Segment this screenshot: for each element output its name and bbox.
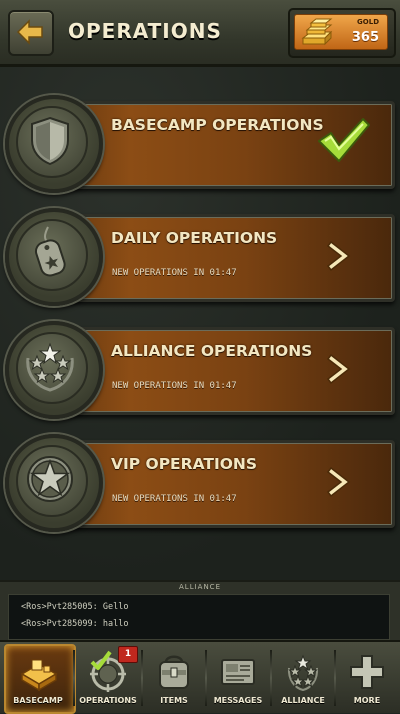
nav-label: MORE (353, 696, 381, 705)
operation-row-alliance[interactable]: ALLIANCE OPERATIONS NEW OPERATIONS IN 01… (5, 321, 395, 419)
operation-subtitle: NEW OPERATIONS IN 01:47 (112, 268, 237, 278)
chevron-right-icon[interactable] (325, 239, 353, 273)
nav-item-alliance[interactable]: ALLIANCE (271, 644, 335, 710)
checkmark-icon (318, 118, 370, 162)
alliance-chat[interactable]: ALLIANCE <Ros>Pvt285005: Gello <Ros>Pvt2… (0, 580, 400, 642)
nav-item-more[interactable]: MORE (335, 644, 399, 710)
dog-tag-icon (34, 226, 66, 277)
shield-icon (31, 116, 69, 166)
gold-bars-icon (301, 18, 333, 46)
operation-subtitle: NEW OPERATIONS IN 01:47 (112, 494, 237, 504)
nav-divider (73, 650, 75, 706)
header-bar: OPERATIONS GOLD 365 (0, 0, 400, 67)
operation-badge (5, 95, 103, 193)
operation-badge (5, 208, 103, 306)
operation-title: ALLIANCE OPERATIONS (111, 342, 313, 360)
nav-label: ALLIANCE (281, 696, 325, 705)
operation-title: DAILY OPERATIONS (111, 229, 278, 247)
operation-row-vip[interactable]: VIP OPERATIONS NEW OPERATIONS IN 01:47 (5, 434, 395, 532)
star-emblem-icon (27, 456, 73, 502)
bottom-nav: BASECAMP OPERATIONS 1 ITEMS MESSAGES ALL… (0, 640, 400, 714)
chevron-right-icon[interactable] (325, 352, 353, 386)
nav-item-items[interactable]: ITEMS (142, 644, 206, 710)
basecamp-icon (20, 659, 58, 692)
operations-list: BASECAMP OPERATIONS DAILY OPERATIONS NEW… (0, 67, 400, 580)
page-title: OPERATIONS (68, 19, 222, 43)
nav-item-messages[interactable]: MESSAGES (206, 644, 270, 710)
operation-badge (5, 321, 103, 419)
back-arrow-icon (16, 19, 43, 45)
operation-row-basecamp[interactable]: BASECAMP OPERATIONS (5, 95, 395, 193)
chat-label: ALLIANCE (179, 583, 221, 591)
chat-message: <Ros>Pvt285005: Gello (21, 602, 129, 612)
alliance-icon (287, 654, 319, 692)
gold-counter[interactable]: GOLD 365 (288, 8, 396, 58)
chevron-right-icon[interactable] (325, 465, 353, 499)
nav-item-basecamp[interactable]: BASECAMP (6, 644, 70, 710)
operation-row-daily[interactable]: DAILY OPERATIONS NEW OPERATIONS IN 01:47 (5, 208, 395, 306)
nav-label: ITEMS (160, 696, 188, 705)
operation-badge (5, 434, 103, 532)
plus-icon (350, 655, 384, 689)
gold-value: 365 (351, 30, 379, 45)
items-icon (159, 655, 189, 689)
nav-label: MESSAGES (213, 696, 263, 705)
operation-subtitle: NEW OPERATIONS IN 01:47 (112, 381, 237, 391)
operation-title: BASECAMP OPERATIONS (111, 116, 324, 134)
messages-icon (221, 659, 255, 685)
nav-label: BASECAMP (13, 696, 63, 705)
chat-message: <Ros>Pvt285099: hallo (21, 619, 129, 629)
gold-panel: GOLD 365 (294, 14, 388, 50)
stars-icon (26, 342, 74, 392)
chat-box[interactable]: <Ros>Pvt285005: Gello <Ros>Pvt285099: ha… (8, 594, 390, 640)
operation-title: VIP OPERATIONS (111, 455, 258, 473)
back-button[interactable] (8, 10, 54, 56)
nav-label: OPERATIONS (79, 696, 137, 705)
notification-badge: 1 (118, 646, 138, 663)
gold-label: GOLD (357, 18, 379, 26)
